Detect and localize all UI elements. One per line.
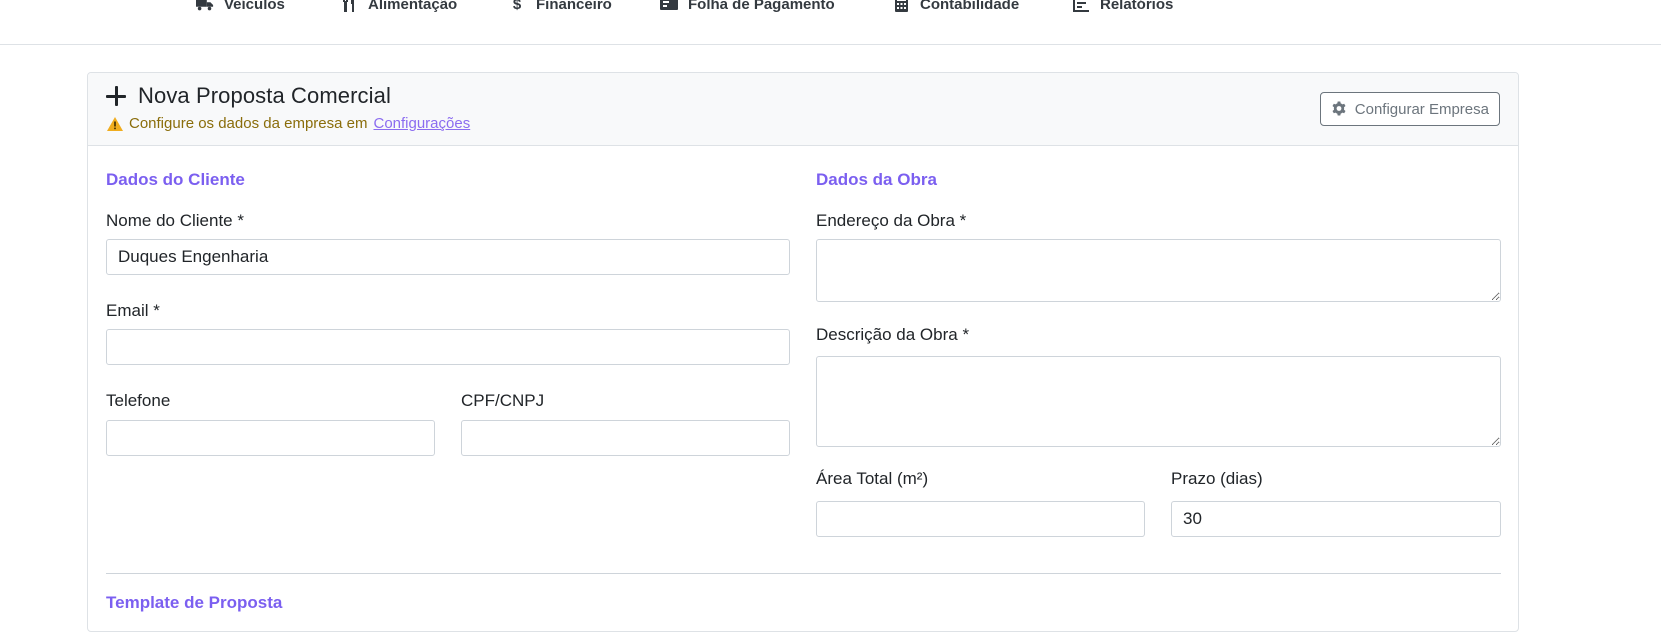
nav-item-folha-de-pagamento[interactable]: Folha de Pagamento [660,0,835,14]
cpf-cnpj-label: CPF/CNPJ [461,391,545,410]
gear-icon [1332,101,1346,116]
nav-item-label: Financeiro [536,0,612,13]
nav-item-veiculos[interactable]: Veículos [196,0,285,14]
warning-text: Configure os dados da empresa em [129,115,368,132]
nav-item-relatorios[interactable]: Relatórios [1072,0,1173,14]
nav-item-label: Contabilidade [920,0,1020,13]
endereco-obra-label: Endereço da Obra * [816,211,967,230]
nav-item-alimentacao[interactable]: Alimentação [340,0,457,14]
warning-icon [107,116,123,131]
company-config-warning: Configure os dados da empresa em Configu… [107,115,470,132]
section-title-cliente: Dados do Cliente [106,170,245,189]
configurar-empresa-button[interactable]: Configurar Empresa [1319,92,1500,126]
section-divider [106,573,1501,574]
telefone-input[interactable] [106,420,435,456]
top-navbar: Veículos Alimentação $ Financeiro Folha … [0,0,1661,45]
chart-list-icon [1072,0,1090,12]
nav-item-contabilidade[interactable]: Contabilidade [892,0,1019,14]
nav-item-label: Relatórios [1100,0,1174,13]
nav-item-label: Folha de Pagamento [688,0,835,13]
card-header: Nova Proposta Comercial Configure os dad… [88,73,1518,146]
nome-cliente-input[interactable] [106,239,790,275]
email-input[interactable] [106,329,790,365]
cpf-cnpj-input[interactable] [461,420,790,456]
nav-item-financeiro[interactable]: $ Financeiro [508,0,612,14]
proposta-card: Nova Proposta Comercial Configure os dad… [87,72,1519,632]
descricao-obra-textarea[interactable] [816,356,1501,447]
telefone-label: Telefone [106,391,171,410]
calculator-icon [892,0,910,12]
section-title-obra: Dados da Obra [816,170,937,189]
descricao-obra-label: Descrição da Obra * [816,325,970,344]
area-total-input[interactable] [816,501,1145,537]
endereco-obra-textarea[interactable] [816,239,1501,302]
page-title: Nova Proposta Comercial [138,83,391,108]
prazo-dias-input[interactable] [1171,501,1501,537]
truck-icon [196,0,214,12]
prazo-dias-label: Prazo (dias) [1171,469,1263,488]
utensils-icon [340,0,358,12]
area-total-label: Área Total (m²) [816,469,929,488]
plus-icon [106,86,126,106]
money-bill-icon [660,0,678,12]
nav-item-label: Veículos [224,0,285,13]
nav-item-label: Alimentação [368,0,458,13]
dollar-icon: $ [512,0,522,13]
nome-cliente-label: Nome do Cliente * [106,211,244,230]
configurar-empresa-label: Configurar Empresa [1354,100,1489,118]
title-row: Nova Proposta Comercial [106,83,391,109]
section-title-template: Template de Proposta [106,593,283,612]
configuracoes-link[interactable]: Configurações [373,115,470,132]
email-label: Email * [106,301,160,320]
